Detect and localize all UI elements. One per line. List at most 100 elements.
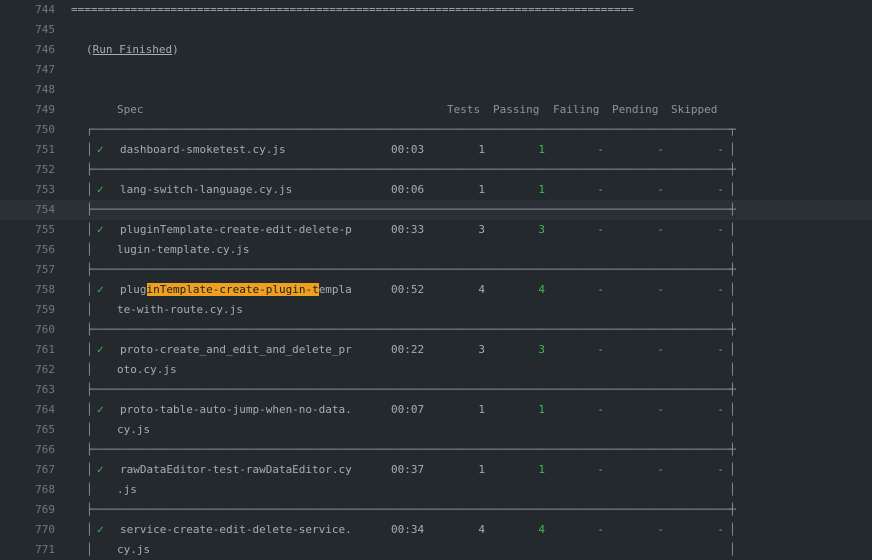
- header-failing: Failing: [553, 103, 600, 116]
- log-line: 751 │ ✓ dashboard-smoketest.cy.js 00:03 1 1 - - -…: [0, 140, 872, 160]
- table-row-separator-end: ┤: [729, 323, 736, 336]
- skipped-count: -: [717, 343, 724, 356]
- pending-count: -: [657, 463, 664, 476]
- passing-count: 1: [538, 403, 545, 416]
- table-left-border: │: [86, 143, 93, 156]
- line-number: 752: [35, 163, 55, 176]
- line-number: 748: [35, 83, 55, 96]
- spec-filename-continued: lugin-template.cy.js: [117, 243, 250, 256]
- log-line: 768 │ .js │: [0, 480, 872, 500]
- table-left-border: │: [86, 483, 93, 496]
- duration: 00:22: [391, 343, 425, 356]
- log-line: 744 =====================================…: [0, 0, 872, 20]
- line-number: 763: [35, 383, 55, 396]
- line-number: 768: [35, 483, 55, 496]
- log-line: 746 (Run Finished): [0, 40, 872, 60]
- header-passing: Passing: [493, 103, 540, 116]
- table-left-border: │: [86, 543, 93, 556]
- skipped-count: -: [717, 223, 724, 236]
- skipped-count: -: [717, 183, 724, 196]
- spec-filename-continued: cy.js: [117, 543, 151, 556]
- line-number: 770: [35, 523, 55, 536]
- table-row-separator-end: ┤: [729, 163, 736, 176]
- check-icon: ✓: [97, 403, 104, 416]
- spec-part: plug: [120, 283, 147, 296]
- table-row-separator-end: ┤: [729, 443, 736, 456]
- line-number: 758: [35, 283, 55, 296]
- spec-filename: rawDataEditor-test-rawDataEditor.cy: [120, 463, 352, 476]
- log-line: 752 ├────────────────────────────────────…: [0, 160, 872, 180]
- log-line: 756 │ lugin-template.cy.js │: [0, 240, 872, 260]
- pending-count: -: [657, 283, 664, 296]
- pending-count: -: [657, 223, 664, 236]
- check-icon: ✓: [97, 463, 104, 476]
- spec-filename: proto-create_and_edit_and_delete_pr: [120, 343, 352, 356]
- tests-count: 1: [478, 183, 485, 196]
- failing-count: -: [597, 223, 604, 236]
- table-left-border: │: [86, 343, 93, 356]
- spec-filename: service-create-edit-delete-service.: [120, 523, 352, 536]
- log-line: 764 │ ✓ proto-table-auto-jump-when-no-data.…: [0, 400, 872, 420]
- run-finished-link[interactable]: Run Finished: [93, 43, 172, 56]
- header-pending: Pending: [612, 103, 659, 116]
- passing-count: 4: [538, 283, 545, 296]
- tests-count: 3: [478, 343, 485, 356]
- table-row-separator: ├───────────────────────────────────────…: [86, 503, 736, 516]
- table-left-border: │: [86, 403, 93, 416]
- tests-count: 1: [478, 143, 485, 156]
- table-right-border: │: [729, 283, 736, 296]
- line-number: 749: [35, 103, 55, 116]
- passing-count: 3: [538, 343, 545, 356]
- log-line: 748: [0, 80, 872, 100]
- spec-filename-continued: cy.js: [117, 423, 151, 436]
- log-line: 759 │ te-with-route.cy.js │: [0, 300, 872, 320]
- tests-count: 1: [478, 463, 485, 476]
- table-left-border: │: [86, 303, 93, 316]
- table-row-separator-end: ┤: [729, 203, 736, 216]
- table-top-border-end: ┐: [729, 123, 736, 136]
- separator-rule: ========================================…: [71, 3, 634, 16]
- table-left-border: │: [86, 223, 93, 236]
- tests-count: 3: [478, 223, 485, 236]
- log-line: 755 │ ✓ pluginTemplate-create-edit-delete-p…: [0, 220, 872, 240]
- log-line: 758 │ ✓ pluginTemplate-create-plugin-templa…: [0, 280, 872, 300]
- skipped-count: -: [717, 143, 724, 156]
- line-number: 762: [35, 363, 55, 376]
- pending-count: -: [657, 183, 664, 196]
- table-row-separator-end: ┤: [729, 503, 736, 516]
- failing-count: -: [597, 143, 604, 156]
- passing-count: 1: [538, 143, 545, 156]
- line-number: 764: [35, 403, 55, 416]
- duration: 00:03: [391, 143, 425, 156]
- check-icon: ✓: [97, 343, 104, 356]
- check-icon: ✓: [97, 283, 104, 296]
- table-right-border: │: [729, 483, 736, 496]
- log-line: 766 ├────────────────────────────────────…: [0, 440, 872, 460]
- line-number: 750: [35, 123, 55, 136]
- pending-count: -: [657, 143, 664, 156]
- line-number: 761: [35, 343, 55, 356]
- log-line: 770 │ ✓ service-create-edit-delete-service.…: [0, 520, 872, 540]
- table-right-border: │: [729, 463, 736, 476]
- log-line: 749 Spec Tests Passing Failing Pending Skipped: [0, 100, 872, 120]
- passing-count: 3: [538, 223, 545, 236]
- table-row-separator: ├───────────────────────────────────────…: [86, 323, 736, 336]
- table-row-separator-end: ┤: [729, 383, 736, 396]
- line-number: 757: [35, 263, 55, 276]
- table-right-border: │: [729, 343, 736, 356]
- tests-count: 4: [478, 283, 485, 296]
- log-line: 765 │ cy.js │: [0, 420, 872, 440]
- spec-filename: proto-table-auto-jump-when-no-data.: [120, 403, 352, 416]
- failing-count: -: [597, 183, 604, 196]
- line-number: 751: [35, 143, 55, 156]
- log-line: 771 │ cy.js │: [0, 540, 872, 560]
- table-right-border: │: [729, 543, 736, 556]
- table-top-border: ┌───────────────────────────────────────…: [86, 123, 736, 136]
- table-left-border: │: [86, 283, 93, 296]
- log-line: 747: [0, 60, 872, 80]
- table-right-border: │: [729, 363, 736, 376]
- log-line: 750 ┌────────────────────────────────────…: [0, 120, 872, 140]
- table-row-separator: ├───────────────────────────────────────…: [86, 263, 736, 276]
- table-left-border: │: [86, 523, 93, 536]
- line-number: 746: [35, 43, 55, 56]
